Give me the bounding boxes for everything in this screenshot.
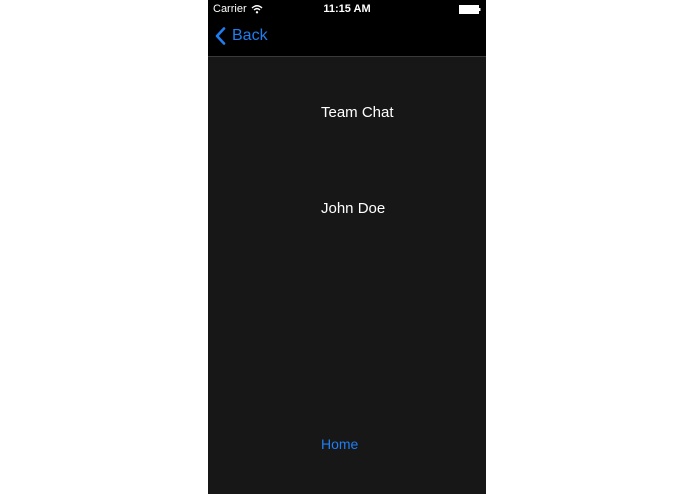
user-name-label: John Doe <box>321 200 386 217</box>
status-time: 11:15 AM <box>323 3 371 15</box>
navigation-bar: Back <box>208 20 486 57</box>
home-link[interactable]: Home <box>321 436 358 452</box>
phone-screen: Carrier 11:15 AM Back Team Chat John Doe… <box>208 0 486 494</box>
back-button-label: Back <box>232 27 268 44</box>
chevron-left-icon <box>215 27 226 45</box>
status-bar: Carrier 11:15 AM <box>208 0 486 20</box>
battery-icon <box>459 5 481 14</box>
back-button[interactable]: Back <box>215 27 268 45</box>
group-name-label: Team Chat <box>321 104 394 121</box>
